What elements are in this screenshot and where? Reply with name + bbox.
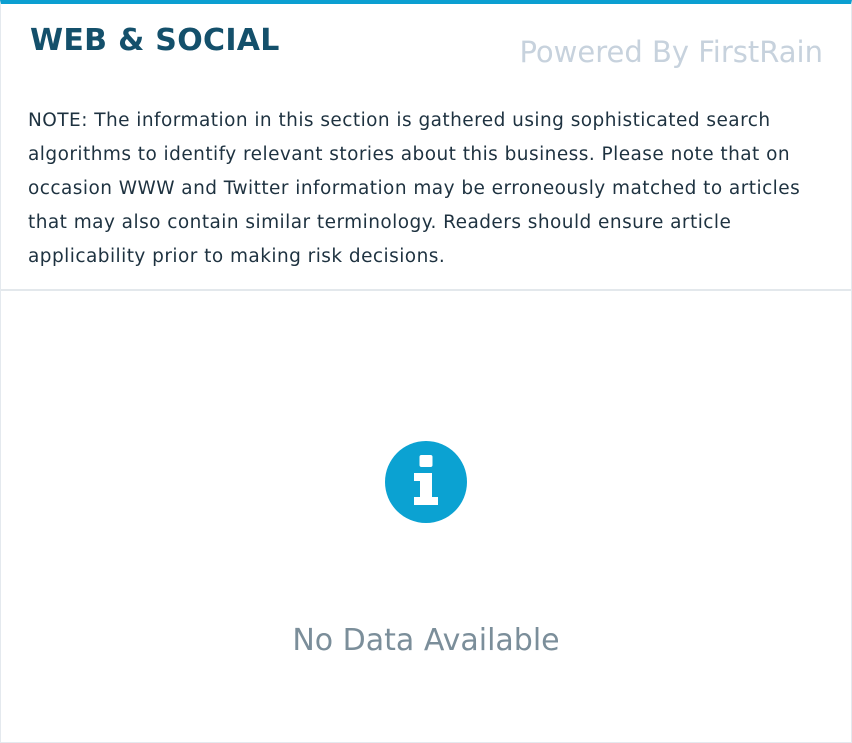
empty-state: No Data Available: [1, 291, 851, 743]
panel-header: WEB & SOCIAL Powered By FirstRain: [1, 4, 851, 69]
powered-by-label: Powered By FirstRain: [519, 35, 823, 69]
no-data-message: No Data Available: [292, 623, 560, 658]
web-social-panel: WEB & SOCIAL Powered By FirstRain NOTE: …: [0, 0, 852, 743]
disclaimer-note: NOTE: The information in this section is…: [28, 110, 801, 267]
info-icon: [385, 441, 467, 523]
section-title: WEB & SOCIAL: [30, 23, 280, 58]
